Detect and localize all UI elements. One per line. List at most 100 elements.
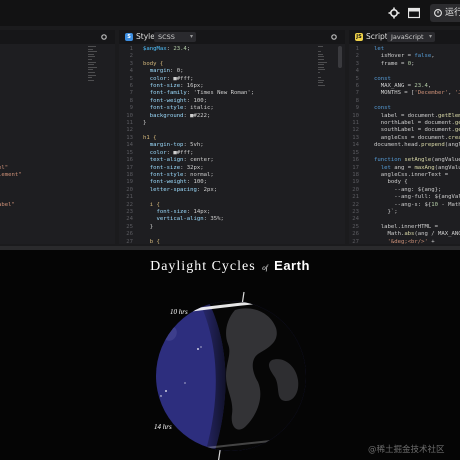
code-line: $angMax: 23.4;: [143, 46, 191, 52]
code-line: abel": [0, 201, 15, 208]
code-line: --ang-s: ${10 - Math.flo: [374, 201, 460, 208]
css-scrollbar[interactable]: [338, 46, 342, 68]
code-line: '&deg;<br/>' +: [387, 238, 435, 244]
code-line: label.innerHTML =: [374, 223, 438, 230]
north-hours-label: 10 hrs: [170, 308, 188, 316]
run-button[interactable]: 运行: [430, 4, 460, 22]
js-preprocessor-value: JavaScript: [391, 33, 424, 41]
code-line: font-weight: 100;: [149, 179, 208, 186]
code-line: }`;: [374, 208, 398, 215]
code-line: MAX_ANG = 23.4,: [374, 83, 432, 90]
code-line: document.head.prepend(angleCss: [374, 142, 460, 149]
code-line: font-weight: 100;: [149, 97, 208, 104]
code-line: font-style: normal;: [149, 171, 214, 178]
code-line: vertical-align: 35%;: [156, 216, 224, 223]
code-line: northLabel = document.getEle: [374, 120, 460, 127]
code-line: text-align: center;: [149, 157, 214, 164]
js-panel-header: JS Script JavaScript ▾: [349, 30, 460, 44]
code-line: margin: 0;: [149, 68, 184, 75]
code-line: h1 {: [143, 134, 157, 141]
code-line: font-family: 'Times New Roman';: [149, 90, 255, 97]
html-panel-header: [0, 30, 115, 44]
code-line: --ang: ${ang};: [374, 186, 442, 193]
top-toolbar: 运行: [0, 0, 460, 26]
css-editor-panel: S Style SCSS ▾ 1 2 3 4 5 6 7 8 9 10 11 1…: [119, 30, 345, 244]
js-preprocessor-select[interactable]: JavaScript ▾: [387, 32, 435, 42]
chevron-down-icon: ▾: [189, 33, 193, 40]
html-editor-panel: el"lement" abel" abel": [0, 30, 115, 244]
css-code-area[interactable]: $angMax: 23.4; body { margin: 0; color: …: [143, 46, 254, 244]
code-line: }: [143, 223, 154, 230]
code-line: b {: [143, 238, 160, 244]
css-line-numbers: 1 2 3 4 5 6 7 8 9 10 11 12 13 14 15 16 1…: [126, 46, 133, 244]
code-line: const: [374, 105, 391, 112]
gear-icon[interactable]: [388, 7, 400, 19]
code-line: letter-spacing: 2px;: [149, 186, 218, 193]
panel-settings-icon[interactable]: [100, 33, 108, 41]
code-line: angleCss.innerText =: [374, 171, 449, 178]
code-line: angleCss = document.createEl: [374, 134, 460, 141]
code-line: MONTHS = ['December', 'Janua: [374, 90, 460, 97]
code-line: Math.abs(ang / MAX_ANG).to: [374, 231, 460, 238]
js-badge-icon: JS: [355, 33, 363, 41]
css-preprocessor-value: SCSS: [158, 33, 175, 41]
css-minimap: [318, 46, 328, 106]
layout-icon[interactable]: [408, 7, 420, 19]
preview-pane: Daylight Cycles of Earth 10 hrs 14 hrs @…: [0, 250, 460, 460]
code-line: font-size: 14px;: [156, 208, 211, 215]
chevron-down-icon: ▾: [428, 33, 432, 40]
run-icon: [434, 9, 442, 17]
code-line: font-size: 32px;: [149, 164, 204, 171]
html-code-area[interactable]: el"lement" abel" abel": [0, 46, 22, 244]
code-line: frame = 0;: [374, 60, 415, 67]
code-line: color: ■#fff;: [149, 75, 194, 82]
css-preprocessor-select[interactable]: SCSS ▾: [154, 32, 196, 42]
code-line: background: ■#222;: [149, 112, 211, 119]
panel-settings-icon[interactable]: [330, 33, 338, 41]
code-line: isHover = false,: [374, 53, 435, 60]
code-line: const: [374, 75, 391, 82]
earth-illustration[interactable]: [0, 250, 460, 460]
js-editor-panel: JS Script JavaScript ▾ 1 2 3 4 5 6 7 8 9…: [349, 30, 460, 244]
code-line: let ang = maxAng(angValue);: [380, 164, 460, 171]
code-line: --ang-full: ${angValue};: [394, 194, 460, 201]
code-line: function setAngle(angValue) {: [374, 157, 460, 164]
code-line: font-style: italic;: [149, 105, 214, 112]
js-code-area[interactable]: let isHover = false, frame = 0; const MA…: [374, 46, 460, 244]
css-panel-header: S Style SCSS ▾: [119, 30, 345, 44]
code-line: }: [143, 120, 147, 127]
html-minimap: [88, 46, 98, 106]
code-line: color: ■#fff;: [149, 149, 194, 156]
js-line-numbers: 1 2 3 4 5 6 7 8 9 10 11 12 13 14 15 16 1…: [352, 46, 359, 244]
globe: [156, 301, 306, 451]
